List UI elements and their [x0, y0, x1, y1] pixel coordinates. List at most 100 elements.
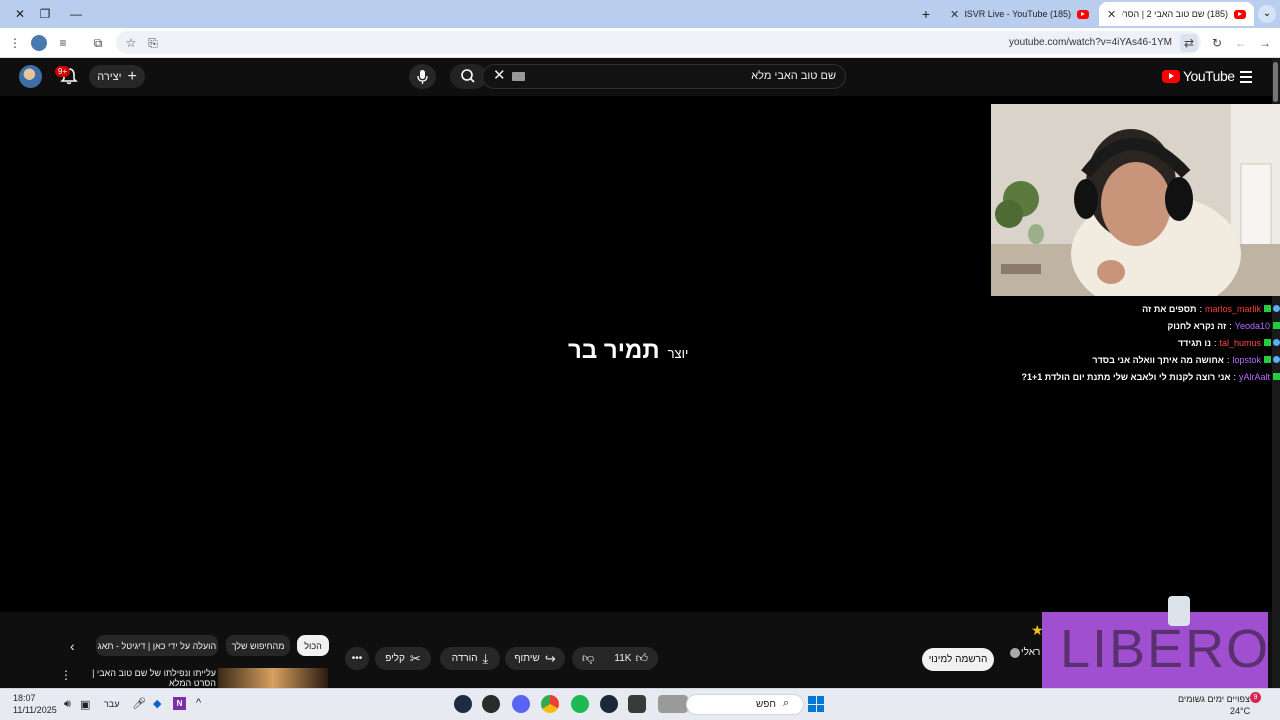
site-settings-icon[interactable]: ⇄ — [1180, 34, 1198, 52]
media-control-icon[interactable]: ≡ — [54, 34, 72, 52]
tab-title: (185) OdedSVR Live - YouTube — [965, 9, 1071, 19]
spotify-icon[interactable] — [571, 695, 589, 713]
menu-kebab-icon[interactable]: ⋮ — [6, 34, 24, 52]
microphone-icon — [417, 70, 428, 84]
dislike-icon[interactable]: 👎︎ — [582, 651, 594, 666]
youtube-logo[interactable]: YouTube — [1162, 68, 1235, 84]
youtube-favicon-icon — [1077, 9, 1089, 19]
chat-text: נו תגידד — [1177, 337, 1211, 348]
chat-username: marlos_marlik — [1204, 303, 1261, 314]
chat-username: yAlrAalt — [1238, 371, 1270, 382]
live-chat-overlay: marlos_marlik : תספים את זה Yeoda10 : זה… — [1012, 300, 1280, 385]
reload-icon[interactable]: ↻ — [1208, 34, 1226, 52]
weather-description[interactable]: צפויים ימים גשומים — [1178, 694, 1250, 704]
taskbar-widget-icon[interactable] — [658, 695, 688, 713]
libero-overlay-text: LIBERO — [1060, 619, 1271, 679]
chat-text: תספים את זה — [1142, 303, 1197, 314]
taskbar-app-7-icon[interactable] — [628, 695, 646, 713]
chat-username: Yeoda10 — [1234, 320, 1270, 331]
creator-name: תמיר בר — [568, 337, 660, 364]
tab-title: (185) שם טוב האבי 2 | הסרט ה... — [1122, 9, 1228, 19]
chat-badges-icon — [1264, 339, 1280, 346]
keyboard-icon[interactable] — [512, 72, 525, 81]
onenote-icon[interactable]: N — [173, 697, 186, 710]
discord-icon[interactable] — [512, 695, 530, 713]
close-tab-icon[interactable]: ✕ — [1107, 8, 1116, 21]
clip-label: קליפ — [385, 653, 405, 664]
scrollbar-thumb[interactable] — [1273, 62, 1278, 102]
mic-tray-icon[interactable]: 🎤︎ — [132, 697, 146, 710]
chip-uploaded-by[interactable]: הועלה על ידי כאן | דיגיטל - תאג — [96, 635, 218, 656]
back-arrow-icon[interactable]: → — [1256, 34, 1274, 52]
chat-text: אחושה מה איתך וואלה אני בסדר — [1092, 354, 1224, 365]
clock-time[interactable]: 18:07 — [13, 693, 36, 703]
chips-scroll-left-icon[interactable]: ‹ — [70, 638, 75, 654]
chip-all[interactable]: הכול — [297, 635, 329, 656]
verified-icon — [1010, 648, 1020, 658]
clock-date[interactable]: 11/11/2025 — [13, 705, 57, 715]
bookmark-star-icon[interactable]: ☆ — [122, 34, 140, 52]
account-avatar[interactable] — [19, 65, 42, 88]
subscribe-button[interactable]: הרשמה למינוי — [922, 648, 994, 671]
download-label: הורדה — [451, 653, 478, 664]
clear-search-icon[interactable]: ✕ — [493, 68, 506, 84]
minimize-window-icon[interactable]: — — [68, 6, 84, 22]
create-label: יצירה — [97, 70, 122, 83]
taskbar-app-2-icon[interactable] — [482, 695, 500, 713]
guide-menu-icon[interactable] — [1240, 71, 1252, 86]
like-dislike-group: 👎︎ 11K 👍︎ — [572, 647, 658, 670]
url-text[interactable]: youtube.com/watch?v=4iYAs46-1YM — [1009, 37, 1172, 48]
related-more-icon[interactable]: ⋮ — [60, 668, 72, 682]
youtube-play-icon — [1162, 69, 1180, 83]
chat-text: אני רוצה לקנות לי ולאבא שלי מתנת יום הול… — [1021, 371, 1231, 382]
volume-icon[interactable]: 🔊︎ — [64, 698, 71, 711]
download-button[interactable]: הורדה ⤓ — [440, 647, 500, 670]
taskbar-app-1-icon[interactable] — [454, 695, 472, 713]
chat-message: Yeoda10 : זה נקרא לחנוק — [1012, 317, 1280, 334]
clip-button[interactable]: קליפ ✂ — [375, 647, 431, 670]
chat-username: lopstok — [1232, 354, 1261, 365]
more-actions-button[interactable]: ••• — [345, 647, 369, 670]
restore-window-icon[interactable]: ❐ — [37, 6, 53, 22]
chat-text: זה נקרא לחנוק — [1167, 320, 1227, 331]
scissors-icon: ✂ — [409, 650, 421, 666]
tray-app-icon[interactable]: ◆ — [153, 697, 161, 710]
create-button[interactable]: יצירה + — [89, 65, 145, 88]
chat-message: marlos_marlik : תספים את זה — [1012, 300, 1280, 317]
extensions-icon[interactable]: ⧉ — [89, 34, 107, 52]
taskbar-search-placeholder: חפש — [756, 699, 776, 710]
tab-odedsvr[interactable]: (185) OdedSVR Live - YouTube ✕ — [942, 2, 1097, 26]
share-label: שיתוף — [514, 653, 540, 664]
tab-shem-tov-active[interactable]: (185) שם טוב האבי 2 | הסרט ה... ✕ — [1099, 2, 1254, 26]
cast-icon[interactable]: ⎘ — [144, 34, 162, 52]
tab-search-chevron-icon[interactable]: ⌄ — [1258, 5, 1276, 23]
profile-avatar-icon[interactable] — [31, 35, 47, 51]
plus-icon: + — [127, 67, 137, 85]
chrome-icon[interactable] — [541, 695, 559, 713]
creator-credit: יוצר תמיר בר — [568, 337, 688, 365]
new-tab-icon[interactable]: + — [918, 6, 934, 22]
more-horizontal-icon: ••• — [351, 653, 363, 664]
chip-from-search[interactable]: מהחיפוש שלך — [226, 635, 290, 656]
language-indicator[interactable]: עבר — [104, 699, 119, 709]
download-icon: ⤓ — [482, 650, 489, 666]
windows-start-icon[interactable] — [808, 696, 824, 712]
webcam-overlay-image — [991, 104, 1280, 296]
chat-badges-icon — [1264, 305, 1280, 312]
related-video-title[interactable]: עלייתו ונפילתו של שם טוב האבי | הסרט המל… — [80, 668, 216, 688]
close-window-icon[interactable]: ✕ — [12, 6, 28, 22]
channel-name-partial[interactable]: ראלי — [1021, 647, 1040, 658]
like-icon[interactable]: 👍︎ — [635, 651, 648, 666]
share-icon: ↪ — [544, 650, 556, 666]
close-tab-icon[interactable]: ✕ — [950, 8, 959, 21]
weather-temperature[interactable]: 24°C — [1230, 706, 1250, 716]
forward-arrow-icon[interactable]: ← — [1232, 34, 1250, 52]
weather-badge: 9 — [1250, 692, 1261, 703]
chat-username: tal_humus — [1219, 337, 1261, 348]
share-button[interactable]: שיתוף ↪ — [505, 647, 565, 670]
voice-search-button[interactable] — [409, 64, 436, 89]
show-hidden-icons-chevron[interactable]: ^ — [196, 697, 201, 709]
steam-icon[interactable] — [600, 695, 618, 713]
network-icon[interactable]: ▣ — [80, 698, 90, 711]
related-video-thumbnail[interactable] — [218, 668, 328, 688]
